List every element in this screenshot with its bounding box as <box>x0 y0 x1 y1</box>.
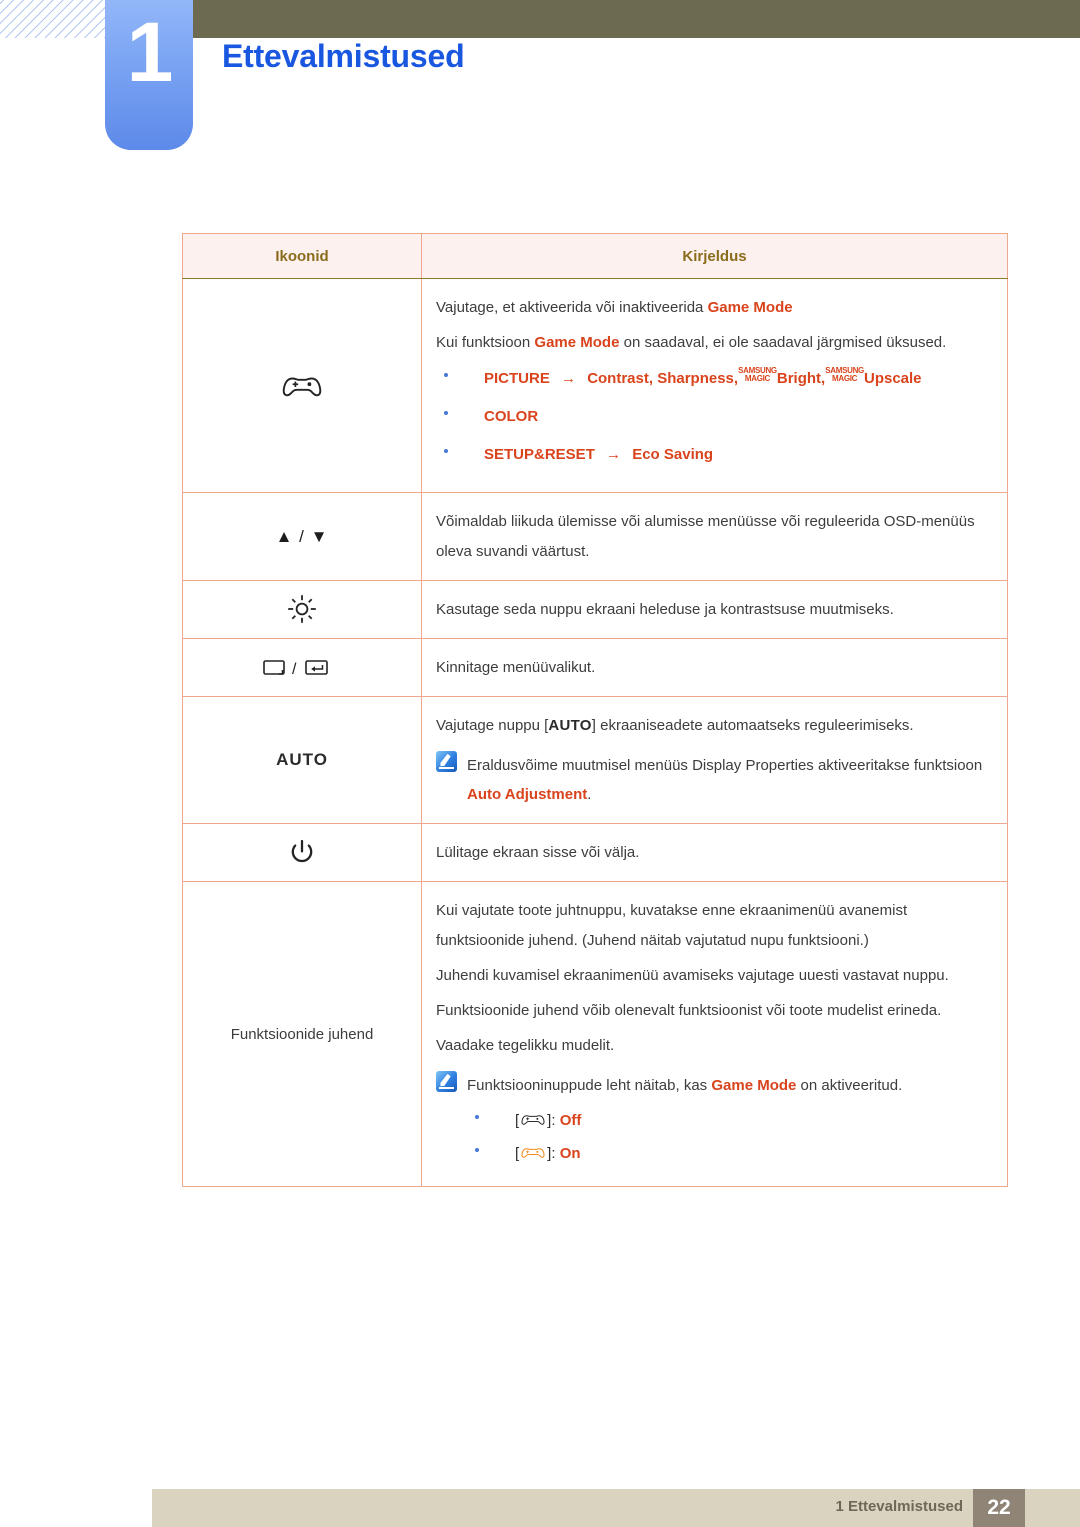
page-title: Ettevalmistused <box>222 38 465 74</box>
magic-upscale-lockup: SAMSUNG MAGIC <box>825 365 864 383</box>
power-icon <box>291 839 313 862</box>
gamemode-state-list: []: Off []: On <box>467 1106 989 1169</box>
note-text: Eraldusvõime muutmisel menüüs Display Pr… <box>467 756 983 803</box>
power-description: Lülitage ekraan sisse või välja. <box>436 844 640 861</box>
unavailable-items-list: PICTURE → Contrast, Sharpness, SAMSUNG MAG… <box>436 364 989 470</box>
table-row: Vajutage, et aktiveerida või inaktiveeri… <box>182 277 1008 494</box>
menu-setupreset: SETUP&RESET <box>484 446 595 463</box>
table-row: Lülitage ekraan sisse või välja. <box>182 822 1008 883</box>
icon-cell-power <box>182 822 422 883</box>
gamepad-off-icon <box>521 1115 545 1125</box>
menu-color: COLOR <box>484 407 539 425</box>
description-cell-power: Lülitage ekraan sisse või välja. <box>421 822 1008 883</box>
table-row: AUTO Vajutage nuppu [AUTO] ekraaniseadet… <box>182 696 1008 824</box>
menu-enter-icon: / <box>263 659 328 678</box>
page-number-badge: 22 <box>973 1489 1025 1527</box>
updown-description: Võimaldab liikuda ülemisse või alumisse … <box>436 513 975 560</box>
icon-cell-brightness <box>182 579 422 640</box>
note-block-gamemode-state: Funktsiooninuppude leht näitab, kas Game… <box>436 1070 989 1173</box>
guide-paragraph: Juhendi kuvamisel ekraanimenüü avamiseks… <box>436 966 949 984</box>
magic-bright-lockup: SAMSUNG MAGIC <box>738 365 777 383</box>
icon-cell-menu-enter: / <box>182 637 422 698</box>
column-header-description: Kirjeldus <box>421 233 1008 279</box>
brightness-icon <box>288 595 316 624</box>
footer-chapter-label: 1 Ettevalmistused <box>835 1498 963 1515</box>
description-cell-gamemode: Vajutage, et aktiveerida või inaktiveeri… <box>421 277 1008 494</box>
gamemode-line-2: Kui funktsioon Game Mode on saadaval, ei… <box>436 334 947 352</box>
list-item: SETUP&RESET → Eco Saving <box>436 440 989 469</box>
auto-button-icon: AUTO <box>276 750 328 770</box>
gamemode-highlight: Game Mode <box>707 299 793 316</box>
up-down-arrows-icon: ▲ / ▼ <box>275 526 329 546</box>
decorative-hatch-pattern <box>0 0 105 38</box>
menu-picture: PICTURE <box>484 369 550 387</box>
note-pen-icon <box>436 1070 457 1092</box>
note-pen-icon <box>436 750 457 772</box>
table-header-row: Ikoonid Kirjeldus <box>182 233 1008 279</box>
guide-paragraph: Funktsioonide juhend võib olenevalt funk… <box>436 1002 942 1019</box>
auto-adjustment-highlight: Auto Adjustment <box>467 785 588 803</box>
description-cell-updown: Võimaldab liikuda ülemisse või alumisse … <box>421 492 1008 581</box>
gamepad-on-icon <box>521 1148 545 1158</box>
list-item: []: On <box>467 1139 989 1168</box>
table-row: Funktsioonide juhend Kui vajutate toote … <box>182 881 1008 1188</box>
description-cell-function-guide: Kui vajutate toote juhtnuppu, kuvatakse … <box>421 881 1008 1188</box>
description-cell-auto: Vajutage nuppu [AUTO] ekraaniseadete aut… <box>421 696 1008 824</box>
chapter-number-tab: 1 <box>105 0 193 150</box>
list-item: PICTURE → Contrast, Sharpness, SAMSUNG MAG… <box>436 364 989 393</box>
icon-description-table: Ikoonid Kirjeldus Vajutage, et aktiveeri… <box>182 233 1008 1188</box>
guide-paragraph: Vaadake tegelikku mudelit. <box>436 1037 615 1055</box>
chapter-number: 1 <box>126 5 174 99</box>
magic-upscale-word: Upscale <box>863 369 922 387</box>
note-block-auto: Eraldusvõime muutmisel menüüs Display Pr… <box>436 750 989 810</box>
auto-description: Vajutage nuppu [AUTO] ekraaniseadete aut… <box>436 717 914 735</box>
list-item: []: Off <box>467 1106 989 1135</box>
bracket-close: ]: <box>547 1145 556 1162</box>
picture-items: Contrast, Sharpness, <box>587 369 739 387</box>
eco-saving-item: Eco Saving <box>632 446 714 463</box>
magic-bright-word: Bright, <box>776 369 826 387</box>
description-cell-enter: Kinnitage menüüvalikut. <box>421 637 1008 698</box>
icon-cell-gamepad <box>182 277 422 494</box>
function-guide-label: Funktsioonide juhend <box>230 1025 374 1043</box>
gamepad-icon <box>282 377 322 396</box>
table-row: ▲ / ▼ Võimaldab liikuda ülemisse või alu… <box>182 492 1008 581</box>
state-off-label: Off <box>559 1111 582 1129</box>
note-text: Funktsiooninuppude leht näitab, kas Game… <box>467 1071 989 1173</box>
description-cell-brightness: Kasutage seda nuppu ekraani heleduse ja … <box>421 579 1008 640</box>
bracket-close: ]: <box>547 1111 556 1129</box>
guide-paragraph: Kui vajutate toote juhtnuppu, kuvatakse … <box>436 902 908 949</box>
arrow-icon: → <box>561 369 577 387</box>
table-row: Kasutage seda nuppu ekraani heleduse ja … <box>182 579 1008 640</box>
gamemode-highlight-2: Game Mode <box>534 334 620 352</box>
column-header-icons: Ikoonid <box>182 233 422 279</box>
gamemode-line-1: Vajutage, et aktiveerida või inaktiveeri… <box>436 299 793 316</box>
enter-description: Kinnitage menüüvalikut. <box>436 659 596 676</box>
icon-cell-updown: ▲ / ▼ <box>182 492 422 581</box>
arrow-icon: → <box>606 446 622 463</box>
header-olive-bar <box>192 0 1080 38</box>
list-item: COLOR <box>436 402 989 431</box>
gamemode-highlight-3: Game Mode <box>711 1076 797 1094</box>
icon-cell-auto: AUTO <box>182 696 422 824</box>
auto-key-label: AUTO <box>548 717 592 735</box>
svg-text:/: / <box>292 661 297 678</box>
icon-cell-function-guide: Funktsioonide juhend <box>182 881 422 1188</box>
state-on-label: On <box>559 1145 581 1162</box>
brightness-description: Kasutage seda nuppu ekraani heleduse ja … <box>436 600 894 618</box>
table-row: / Kinnitage menüüvalikut. <box>182 637 1008 698</box>
